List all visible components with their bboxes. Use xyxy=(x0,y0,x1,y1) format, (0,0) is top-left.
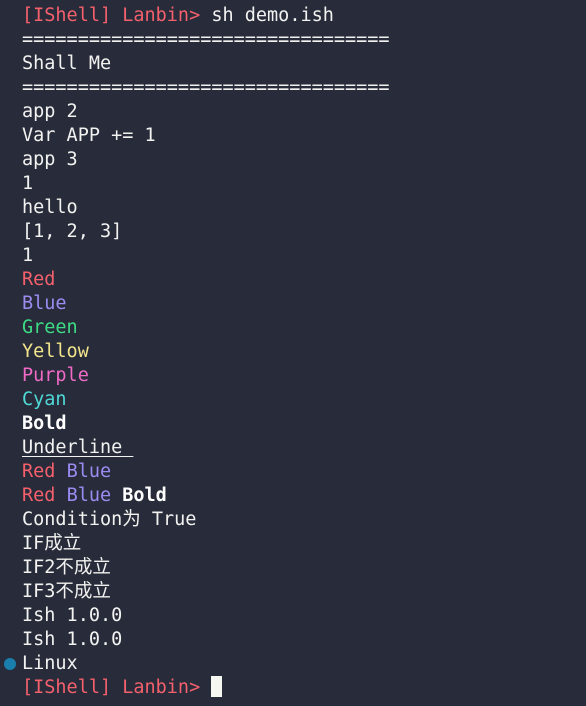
if-text: IF2不成立 xyxy=(22,557,111,578)
separator-rule-top: ================================= xyxy=(22,29,390,50)
terminal-line-color-cyan: Cyan xyxy=(0,388,586,412)
combo-red: Red xyxy=(22,461,56,482)
color-sample-yellow: Yellow xyxy=(22,341,89,362)
terminal-line-platform: Linux xyxy=(0,652,586,676)
output-text: hello xyxy=(22,197,78,218)
terminal-line-output: Var APP += 1 xyxy=(0,124,586,148)
terminal-line-color-red: Red xyxy=(0,268,586,292)
combo-space xyxy=(111,485,122,506)
text-cursor[interactable] xyxy=(211,676,223,697)
condition-text: Condition为 True xyxy=(22,509,197,530)
version-text: Ish 1.0.0 xyxy=(22,629,123,650)
terminal-line-output: 1 xyxy=(0,172,586,196)
color-sample-purple: Purple xyxy=(22,365,89,386)
color-sample-cyan: Cyan xyxy=(22,389,67,410)
terminal-line-output: app 3 xyxy=(0,148,586,172)
command-text: sh demo.ish xyxy=(211,5,334,26)
output-text: 1 xyxy=(22,245,34,266)
style-sample-underline: Underline xyxy=(22,437,134,458)
terminal-line-style-bold: Bold xyxy=(0,412,586,436)
combo-blue: Blue xyxy=(66,485,112,506)
terminal-line-version: Ish 1.0.0 xyxy=(0,628,586,652)
combo-space xyxy=(55,485,66,506)
output-text: [1, 2, 3] xyxy=(22,221,123,242)
terminal-line-version: Ish 1.0.0 xyxy=(0,604,586,628)
output-text: 1 xyxy=(22,173,34,194)
combo-blue: Blue xyxy=(66,461,112,482)
shell-prompt: [IShell] Lanbin> xyxy=(22,5,201,26)
output-text: app 2 xyxy=(22,101,78,122)
terminal-line-output: hello xyxy=(0,196,586,220)
terminal-line-color-blue: Blue xyxy=(0,292,586,316)
terminal-line-if: IF2不成立 xyxy=(0,556,586,580)
terminal-line-output: [1, 2, 3] xyxy=(0,220,586,244)
terminal-line-style-underline: Underline xyxy=(0,436,586,460)
terminal-line-separator-top: ================================= xyxy=(0,28,586,52)
combo-space xyxy=(55,461,66,482)
terminal-line-color-green: Green xyxy=(0,316,586,340)
if-text: IF成立 xyxy=(22,533,82,554)
color-sample-red: Red xyxy=(22,269,56,290)
terminal-line-color-yellow: Yellow xyxy=(0,340,586,364)
terminal-line-condition: Condition为 True xyxy=(0,508,586,532)
terminal-window[interactable]: [IShell] Lanbin> sh demo.ish ===========… xyxy=(0,0,586,706)
combo-bold: Bold xyxy=(122,485,167,506)
output-text: Var APP += 1 xyxy=(22,125,156,146)
terminal-line-combo-red-blue: Red Blue xyxy=(0,460,586,484)
terminal-line-color-purple: Purple xyxy=(0,364,586,388)
shell-prompt: [IShell] Lanbin> xyxy=(22,677,201,698)
banner-title: Shall Me xyxy=(22,53,112,74)
platform-text: Linux xyxy=(22,653,78,674)
terminal-line-combo-red-blue-bold: Red Blue Bold xyxy=(0,484,586,508)
terminal-line-output: 1 xyxy=(0,244,586,268)
version-text: Ish 1.0.0 xyxy=(22,605,123,626)
style-sample-bold: Bold xyxy=(22,413,67,434)
color-sample-green: Green xyxy=(22,317,78,338)
color-sample-blue: Blue xyxy=(22,293,67,314)
terminal-line-output: app 2 xyxy=(0,100,586,124)
terminal-line-banner-title: Shall Me xyxy=(0,52,586,76)
combo-red: Red xyxy=(22,485,56,506)
terminal-line-separator-bottom: ================================= xyxy=(0,76,586,100)
if-text: IF3不成立 xyxy=(22,581,111,602)
terminal-line-final-prompt[interactable]: [IShell] Lanbin> xyxy=(0,676,586,700)
terminal-line-command: [IShell] Lanbin> sh demo.ish xyxy=(0,4,586,28)
terminal-line-if: IF成立 xyxy=(0,532,586,556)
terminal-line-if: IF3不成立 xyxy=(0,580,586,604)
output-text: app 3 xyxy=(22,149,78,170)
bullet-dot-icon xyxy=(4,658,16,670)
separator-rule-bottom: ================================= xyxy=(22,77,390,98)
